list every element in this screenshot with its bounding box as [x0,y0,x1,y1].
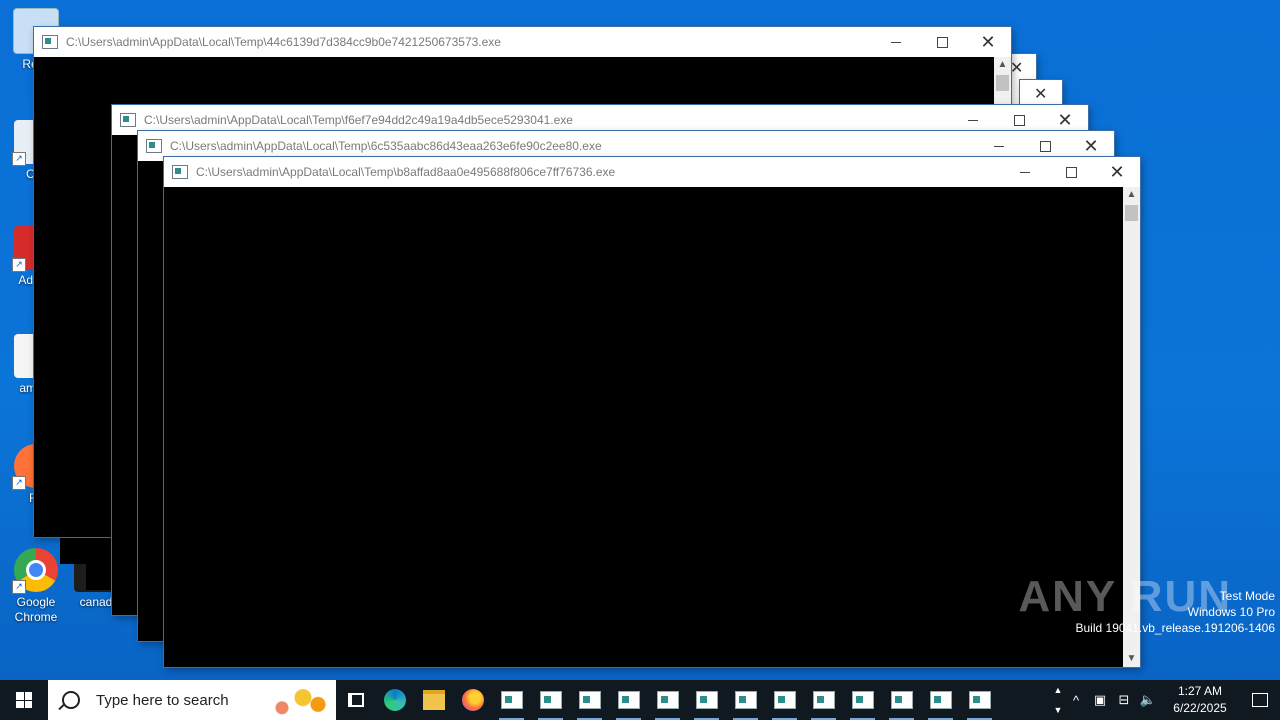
scroll-up-arrow-icon[interactable]: ▲ [994,57,1011,73]
title-bar[interactable]: C:\Users\admin\AppData\Local\Temp\44c613… [34,27,1011,57]
console-icon [773,691,796,709]
taskbar-console[interactable] [921,680,960,720]
desktop: Recy ↗ CCl ↗ Ad Acr amate ↗ Fir ↗ Google… [0,0,1280,680]
windows-edition-label: Windows 10 Pro [1187,605,1275,619]
title-bar[interactable]: C:\Users\admin\AppData\Local\Temp\b8affa… [164,157,1140,187]
clock[interactable]: 1:27 AM 6/22/2025 [1160,683,1240,717]
taskbar-console[interactable] [531,680,570,720]
taskbar-console[interactable] [960,680,999,720]
shortcut-arrow-icon: ↗ [12,580,26,594]
window-title: C:\Users\admin\AppData\Local\Temp\44c613… [66,35,501,49]
system-info: Test Mode Windows 10 Pro Build 19041.vb_… [1076,588,1276,636]
clock-date: 6/22/2025 [1173,701,1227,715]
windows-logo-icon [16,692,32,708]
scroll-up-arrow-icon[interactable]: ▲ [1123,187,1140,203]
maximize-button[interactable] [1048,157,1094,187]
network-icon[interactable]: ⊟ [1112,692,1136,708]
close-icon: ✕ [1010,60,1024,77]
console-icon [929,691,952,709]
console-icon [734,691,757,709]
shortcut-arrow-icon: ↗ [12,476,26,490]
console-app-icon [120,113,136,127]
console-app-icon [146,139,162,153]
scroll-thumb[interactable] [1125,205,1138,221]
window-title: C:\Users\admin\AppData\Local\Temp\b8affa… [196,165,616,179]
notification-center-button[interactable] [1240,693,1280,707]
taskbar-console[interactable] [726,680,765,720]
volume-icon[interactable]: 🔈 [1136,692,1160,708]
window-title: C:\Users\admin\AppData\Local\Temp\f6ef7e… [144,113,573,127]
close-icon: ✕ [1034,86,1048,103]
search-placeholder: Type here to search [96,691,229,709]
minimize-button[interactable] [1002,157,1048,187]
taskbar: Type here to search ▲ ▼ ^ ▣ ⊟ 🔈 1:27 AM 6… [0,680,1280,720]
console-icon [617,691,640,709]
console-window-4[interactable]: C:\Users\admin\AppData\Local\Temp\b8affa… [164,157,1140,667]
minimize-button[interactable] [873,27,919,57]
build-label: Build 19041.vb_release.191206-1406 [1075,621,1276,635]
folder-icon [422,690,445,710]
taskbar-console[interactable] [648,680,687,720]
close-button[interactable]: ✕ [965,27,1011,57]
console-icon [500,691,523,709]
start-button[interactable] [0,680,48,720]
console-icon [656,691,679,709]
shortcut-arrow-icon: ↗ [12,152,26,166]
taskbar-file-explorer[interactable] [414,680,453,720]
console-icon [695,691,718,709]
scroll-down-arrow-icon[interactable]: ▼ [1123,651,1140,667]
taskbar-console[interactable] [843,680,882,720]
taskbar-console[interactable] [687,680,726,720]
test-mode-label: Test Mode [1219,589,1275,603]
task-view-button[interactable] [336,680,375,720]
search-icon [62,691,80,709]
edge-icon [383,689,406,711]
taskbar-console[interactable] [492,680,531,720]
maximize-button[interactable] [919,27,965,57]
scroll-thumb[interactable] [996,75,1009,91]
system-tray: ^ ▣ ⊟ 🔈 1:27 AM 6/22/2025 [1064,680,1280,720]
console-icon [578,691,601,709]
console-app-icon [42,35,58,49]
notification-icon [1252,693,1268,707]
task-view-icon [347,693,364,707]
scrollbar[interactable]: ▲ [994,57,1011,105]
taskbar-edge[interactable] [375,680,414,720]
console-icon [539,691,562,709]
taskbar-console[interactable] [609,680,648,720]
console-icon [968,691,991,709]
window-title: C:\Users\admin\AppData\Local\Temp\6c535a… [170,139,602,153]
taskbar-console[interactable] [765,680,804,720]
search-box[interactable]: Type here to search [48,680,336,720]
taskbar-firefox[interactable] [453,680,492,720]
shortcut-arrow-icon: ↗ [12,258,26,272]
taskbar-console[interactable] [804,680,843,720]
clock-time: 1:27 AM [1177,684,1223,698]
console-app-icon [172,165,188,179]
show-hidden-icons-chevron-icon[interactable]: ^ [1064,693,1088,708]
taskbar-console[interactable] [882,680,921,720]
firefox-icon [461,689,484,711]
search-highlight-icon [270,684,330,718]
device-icon[interactable]: ▣ [1088,692,1112,708]
taskbar-console[interactable] [570,680,609,720]
close-button[interactable]: ✕ [1094,157,1140,187]
console-icon [812,691,835,709]
console-icon [890,691,913,709]
chrome-icon: ↗ [12,548,58,594]
console-icon [851,691,874,709]
